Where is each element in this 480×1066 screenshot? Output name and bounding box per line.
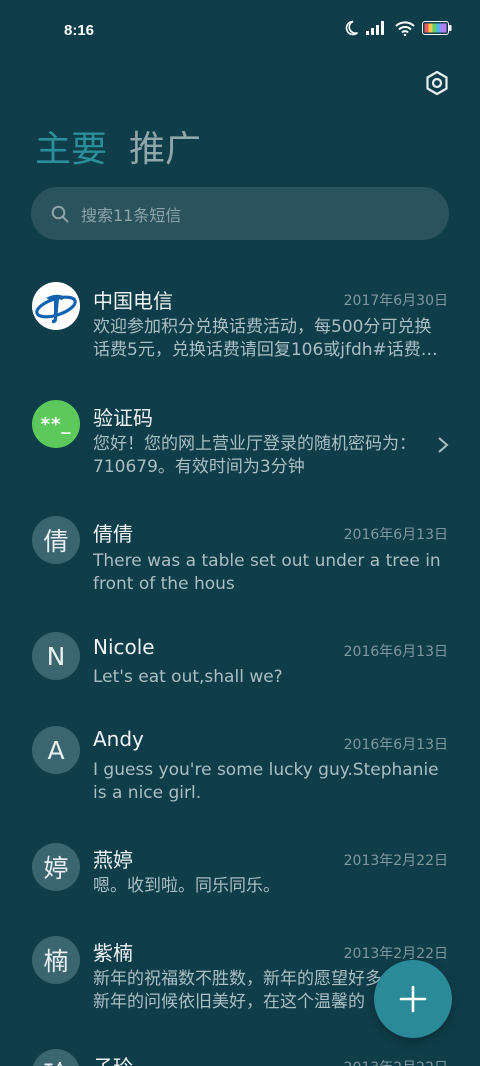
conversation-preview: 欢迎参加积分兑换话费活动，每500分可兑换 话费5元，兑换话费请回复106或jf… [93, 316, 443, 362]
preview-line: is a nice girl. [93, 783, 202, 803]
settings-button[interactable] [420, 66, 454, 100]
new-message-button[interactable] [374, 960, 452, 1038]
preview-line: 话费5元，兑换话费请回复106或jfdh#话费… [93, 340, 438, 360]
conversation-preview: 新年的祝福数不胜数，新年的愿望好多 新年的问候依旧美好，在这个温馨的 [93, 968, 383, 1014]
avatar: 婷 [32, 843, 80, 891]
moon-icon [345, 20, 359, 36]
preview-line: 嗯。收到啦。同乐同乐。 [93, 876, 280, 896]
preview-line: 新年的祝福数不胜数，新年的愿望好多 [93, 969, 382, 989]
conversation-name: 紫楠 [93, 941, 133, 965]
status-time: 8:16 [64, 22, 95, 39]
status-bar: 8:16 [0, 0, 480, 62]
avatar: 楠 [32, 936, 80, 984]
conversation-item[interactable]: 玲 子玲 2013年2月22日 [0, 1047, 480, 1066]
preview-line: Let's eat out,shall we? [93, 667, 283, 687]
avatar: 玲 [32, 1049, 80, 1066]
avatar: 倩 [32, 516, 80, 564]
tab-primary[interactable]: 主要 [35, 120, 107, 172]
telecom-logo-avatar [32, 282, 80, 330]
conversation-name: 验证码 [93, 406, 153, 430]
preview-line: There was a table set out under a tree i… [93, 551, 441, 571]
search-bar[interactable]: 搜索11条短信 [31, 187, 449, 240]
conversation-date: 2013年2月22日 [343, 853, 448, 869]
preview-line: 新年的问候依旧美好，在这个温馨的 [93, 992, 365, 1012]
conversation-date: 2016年6月13日 [343, 644, 448, 660]
conversation-name: 子玲 [93, 1051, 133, 1066]
telecom-logo-icon [33, 283, 79, 329]
conversation-date: 2013年2月22日 [343, 946, 448, 962]
conversation-name: Andy [93, 727, 144, 751]
conversation-date: 2016年6月13日 [343, 527, 448, 543]
conversation-name: 中国电信 [93, 289, 173, 313]
chevron-right-icon[interactable] [436, 435, 450, 455]
search-icon [51, 205, 69, 222]
tab-bar: 主要 推广 [35, 120, 201, 172]
wifi-icon [395, 20, 415, 36]
conversation-item[interactable]: A Andy 2016年6月13日 I guess you're some lu… [0, 723, 480, 833]
status-icons [343, 20, 452, 36]
preview-line: 您好！您的网上营业厅登录的随机密码为： [93, 434, 416, 454]
signal-icon [366, 21, 384, 35]
battery-icon [422, 21, 452, 35]
conversation-date: 2016年6月13日 [343, 737, 448, 753]
conversation-item[interactable]: **_ 验证码 您好！您的网上营业厅登录的随机密码为： 710679。有效时间为… [0, 397, 480, 507]
preview-line: 欢迎参加积分兑换话费活动，每500分可兑换 [93, 317, 432, 337]
conversation-preview: 您好！您的网上营业厅登录的随机密码为： 710679。有效时间为3分钟 [93, 433, 443, 479]
conversation-item[interactable]: 倩 倩倩 2016年6月13日 There was a table set ou… [0, 513, 480, 623]
avatar: **_ [32, 400, 80, 448]
conversation-preview: There was a table set out under a tree i… [93, 550, 443, 596]
conversation-preview: 嗯。收到啦。同乐同乐。 [93, 875, 443, 898]
avatar: N [32, 632, 80, 680]
settings-icon [426, 70, 448, 96]
plus-icon [399, 985, 427, 1013]
conversation-name: 倩倩 [93, 522, 133, 546]
conversation-date: 2013年2月22日 [344, 1057, 448, 1066]
conversation-date: 2017年6月30日 [343, 293, 448, 309]
avatar: A [32, 726, 80, 774]
conversation-preview: I guess you're some lucky guy.Stephanie … [93, 759, 443, 805]
conversation-preview: Let's eat out,shall we? [93, 666, 443, 689]
preview-line: 710679。有效时间为3分钟 [93, 457, 305, 477]
search-placeholder: 搜索11条短信 [81, 205, 182, 225]
conversation-item[interactable]: 中国电信 2017年6月30日 欢迎参加积分兑换话费活动，每500分可兑换 话费… [0, 280, 480, 390]
conversation-name: Nicole [93, 635, 155, 659]
preview-line: front of the hous [93, 574, 235, 594]
conversation-name: 燕婷 [93, 848, 133, 872]
tab-promotions[interactable]: 推广 [129, 120, 201, 172]
preview-line: I guess you're some lucky guy.Stephanie [93, 760, 439, 780]
